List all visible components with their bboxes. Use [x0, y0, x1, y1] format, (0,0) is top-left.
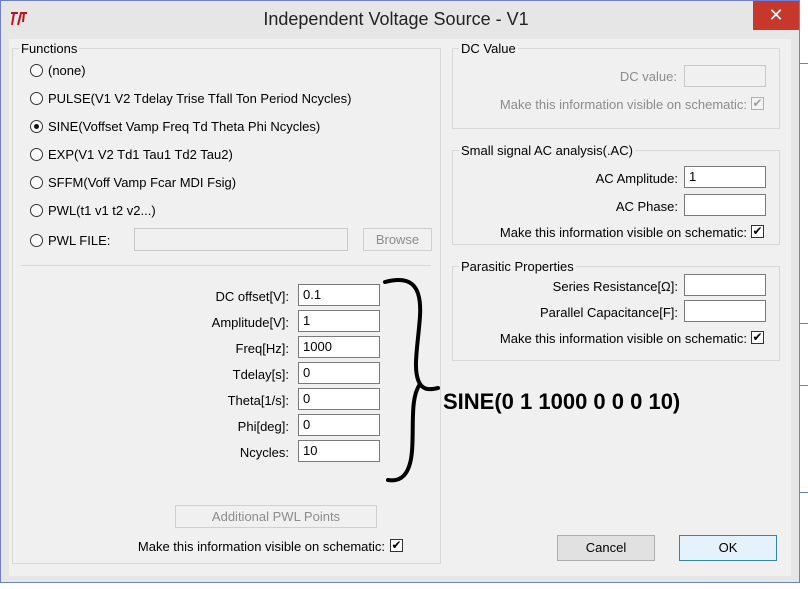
ac-legend: Small signal AC analysis(.AC) — [461, 143, 633, 158]
ok-button[interactable]: OK — [679, 535, 777, 561]
radio-label: PWL FILE: — [48, 232, 111, 248]
ac-visible-label: Make this information visible on schemat… — [499, 225, 747, 240]
dc-value-legend: DC Value — [461, 41, 516, 56]
radio-sffm[interactable]: SFFM(Voff Vamp Fcar MDI Fsig) — [30, 172, 236, 192]
cancel-button[interactable]: Cancel — [557, 535, 655, 561]
radio-circle — [30, 175, 43, 189]
dc-visible-label: Make this information visible on schemat… — [499, 97, 747, 112]
radio-circle — [30, 233, 43, 247]
title-bar[interactable]: Independent Voltage Source - V1 ✕ — [1, 1, 799, 39]
phi-input[interactable]: 0 — [298, 414, 380, 436]
radio-none[interactable]: (none) — [30, 60, 86, 80]
param-label-freq: Freq[Hz]: — [235, 341, 289, 356]
radio-label: SINE(Voffset Vamp Freq Td Theta Phi Ncyc… — [48, 118, 321, 134]
parasitic-visible-label: Make this information visible on schemat… — [499, 331, 747, 346]
parasitic-visible-checkbox[interactable]: ✔ — [751, 331, 764, 344]
ac-visible-checkbox[interactable]: ✔ — [751, 225, 764, 238]
radio-label: PWL(t1 v1 t2 v2...) — [48, 202, 156, 218]
functions-visible-label: Make this information visible on schemat… — [137, 539, 385, 554]
ac-amplitude-label: AC Amplitude: — [595, 171, 678, 186]
radio-label: SFFM(Voff Vamp Fcar MDI Fsig) — [48, 174, 237, 190]
series-resistance-input[interactable] — [684, 274, 766, 296]
close-button[interactable]: ✕ — [753, 1, 799, 30]
dc-visible-checkbox[interactable]: ✔ — [751, 97, 764, 110]
radio-circle — [30, 91, 43, 105]
additional-pwl-points-button[interactable]: Additional PWL Points — [175, 505, 377, 528]
radio-label: PULSE(V1 V2 Tdelay Trise Tfall Ton Perio… — [48, 90, 352, 106]
sine-annotation-text: SINE(0 1 1000 0 0 0 10) — [443, 389, 681, 414]
dc-offset-input[interactable]: 0.1 — [298, 284, 380, 306]
ac-phase-label: AC Phase: — [615, 199, 678, 214]
param-label-theta: Theta[1/s]: — [227, 393, 289, 408]
schematic-wire — [800, 63, 808, 64]
radio-label: (none) — [48, 62, 86, 78]
param-label-tdelay: Tdelay[s]: — [232, 367, 289, 382]
radio-circle-selected — [30, 119, 43, 133]
schematic-wire — [800, 492, 808, 493]
theta-input[interactable]: 0 — [298, 388, 380, 410]
radio-pwl[interactable]: PWL(t1 v1 t2 v2...) — [30, 200, 156, 220]
schematic-wire — [800, 385, 808, 386]
schematic-wire — [800, 323, 808, 324]
param-label-amplitude: Amplitude[V]: — [211, 315, 289, 330]
parallel-capacitance-label: Parallel Capacitance[F]: — [539, 305, 678, 320]
tdelay-input[interactable]: 0 — [298, 362, 380, 384]
radio-pwl-file[interactable]: PWL FILE: — [30, 230, 110, 250]
radio-circle — [30, 63, 43, 77]
browse-button[interactable]: Browse — [363, 228, 432, 251]
param-label-phi: Phi[deg]: — [237, 419, 289, 434]
radio-sine[interactable]: SINE(Voffset Vamp Freq Td Theta Phi Ncyc… — [30, 116, 320, 136]
radio-pulse[interactable]: PULSE(V1 V2 Tdelay Trise Tfall Ton Perio… — [30, 88, 351, 108]
radio-label: EXP(V1 V2 Td1 Tau1 Td2 Tau2) — [48, 146, 233, 162]
dc-value-label: DC value: — [619, 69, 677, 84]
functions-separator — [21, 265, 431, 266]
radio-exp[interactable]: EXP(V1 V2 Td1 Tau1 Td2 Tau2) — [30, 144, 233, 164]
parallel-capacitance-input[interactable] — [684, 300, 766, 322]
series-resistance-label: Series Resistance[Ω]: — [552, 279, 678, 294]
parasitic-legend: Parasitic Properties — [461, 259, 574, 274]
brace-annotation-icon — [383, 277, 440, 483]
amplitude-input[interactable]: 1 — [298, 310, 380, 332]
radio-circle — [30, 203, 43, 217]
pwl-file-input[interactable] — [134, 228, 348, 251]
radio-circle — [30, 147, 43, 161]
param-label-ncycles: Ncycles: — [239, 445, 289, 460]
dc-value-input[interactable] — [684, 65, 766, 87]
ac-phase-input[interactable] — [684, 194, 766, 216]
param-label-dc-offset: DC offset[V]: — [215, 289, 289, 304]
functions-visible-checkbox[interactable]: ✔ — [390, 539, 403, 552]
window-title: Independent Voltage Source - V1 — [263, 9, 529, 29]
freq-input[interactable]: 1000 — [298, 336, 380, 358]
functions-legend: Functions — [21, 41, 78, 56]
ncycles-input[interactable]: 10 — [298, 440, 380, 462]
ac-amplitude-input[interactable]: 1 — [684, 166, 766, 188]
